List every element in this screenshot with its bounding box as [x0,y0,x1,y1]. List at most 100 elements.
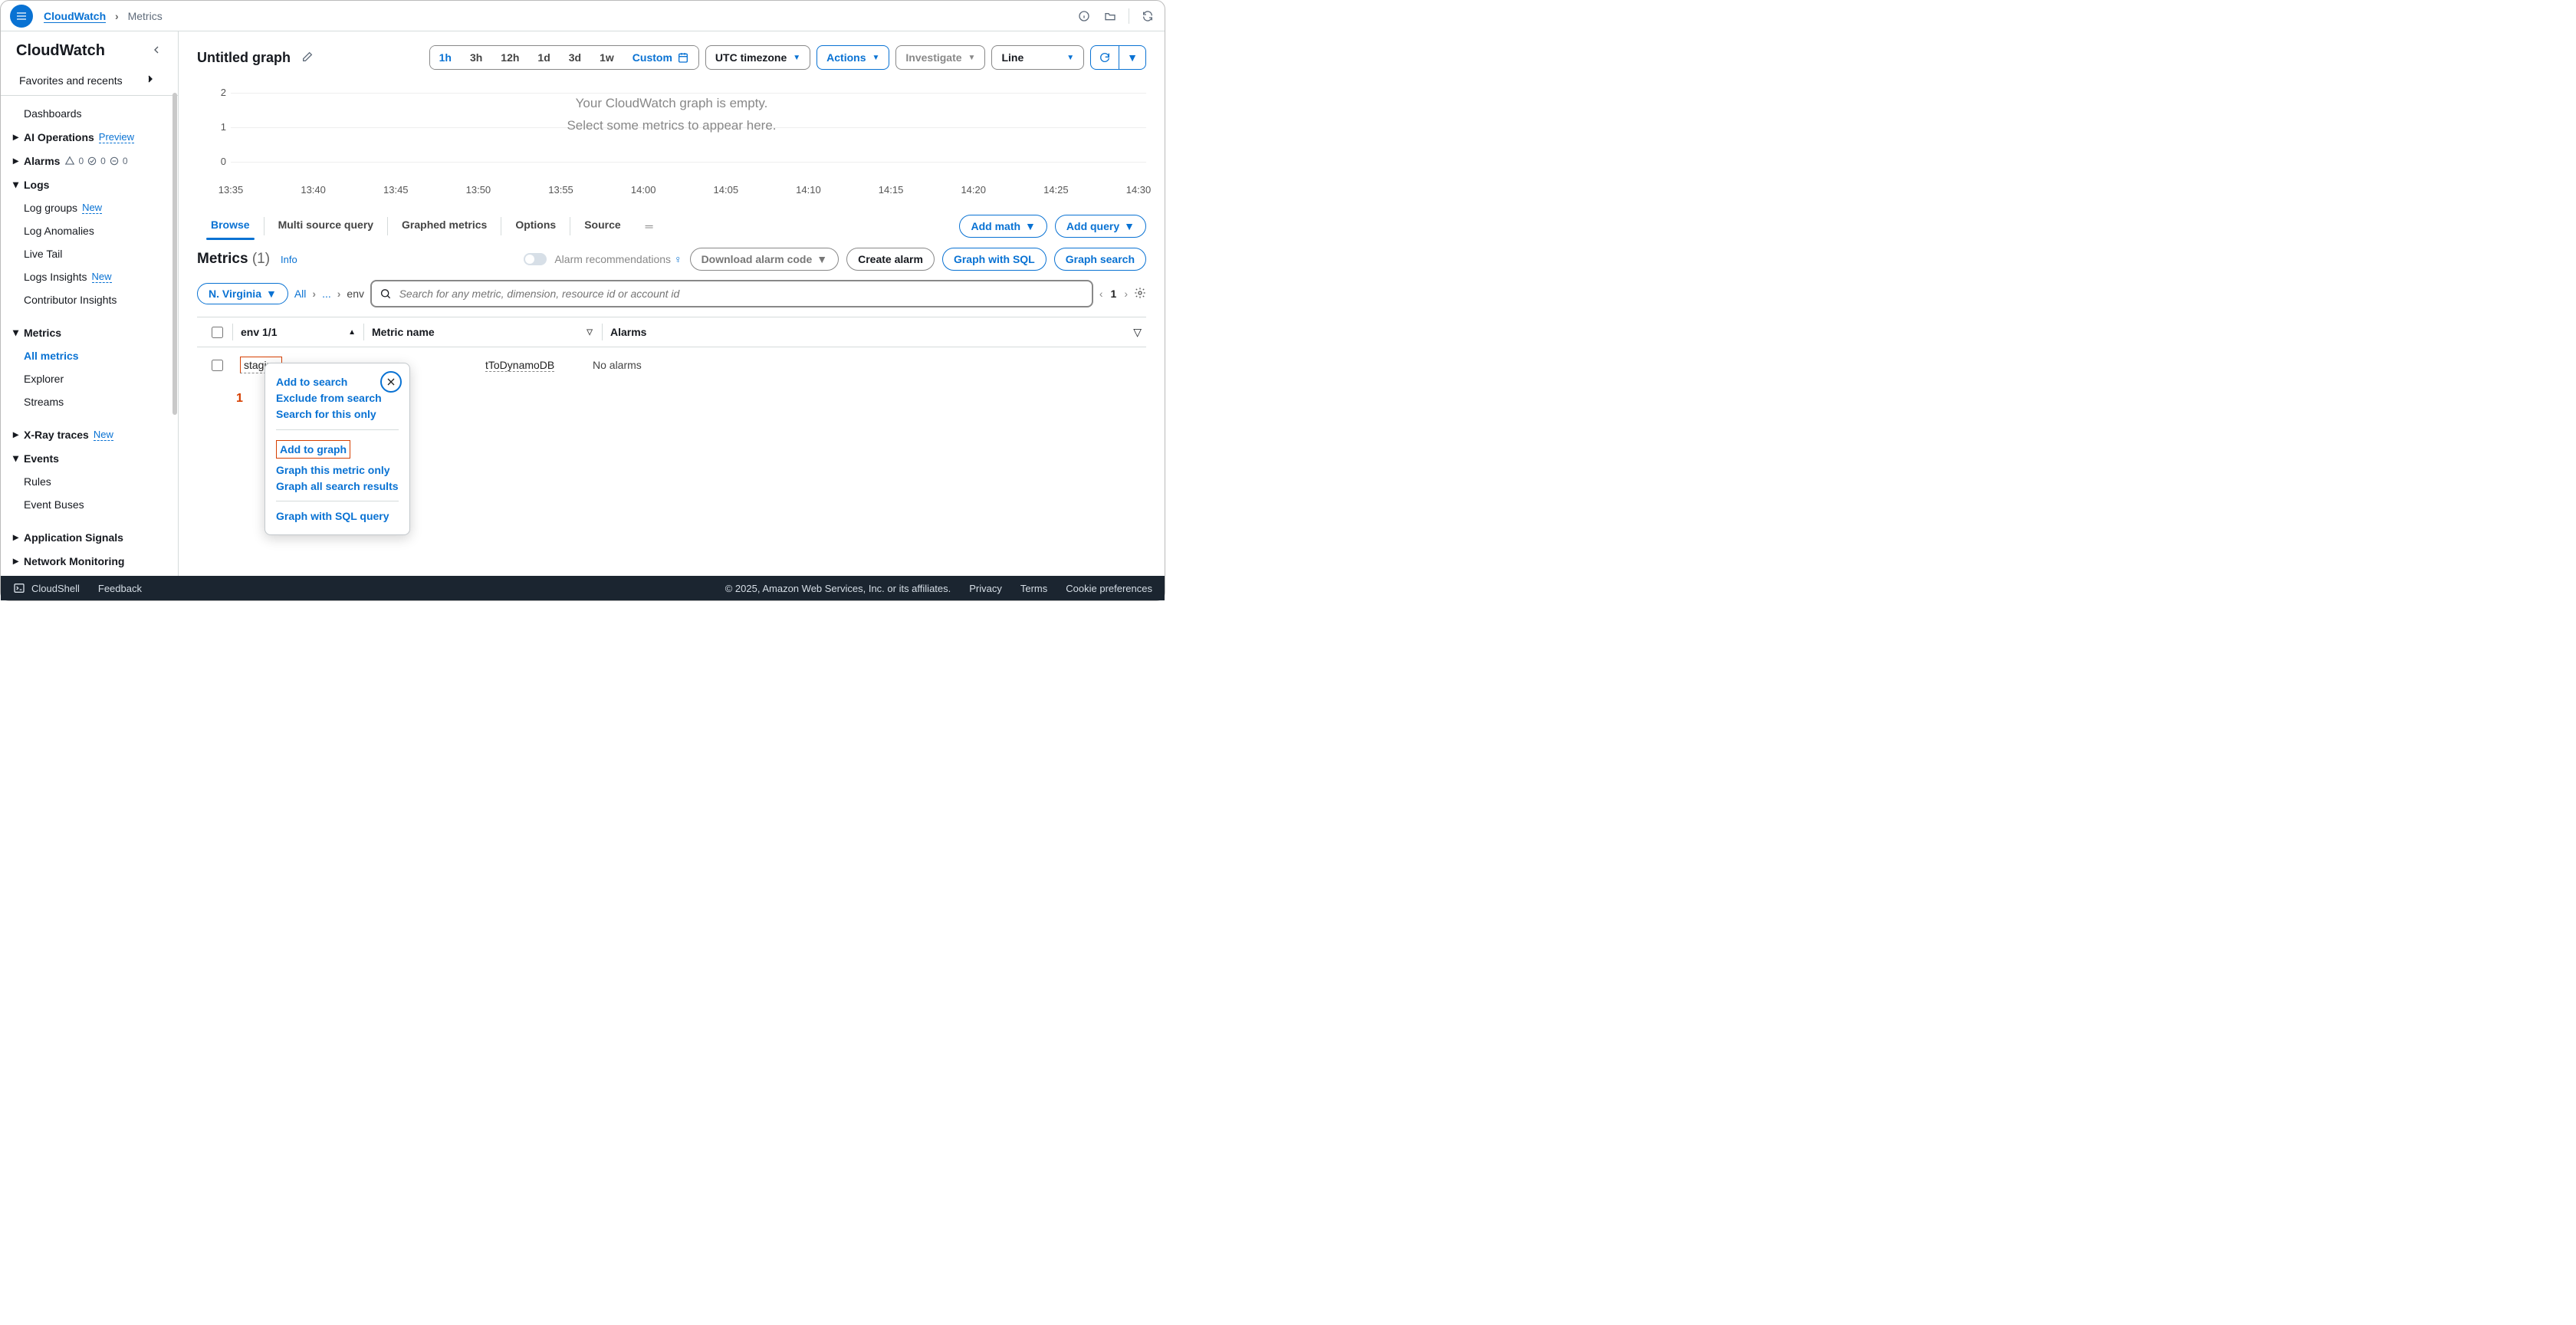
sidebar-item-log-anomalies[interactable]: Log Anomalies [1,219,178,242]
charttype-select[interactable]: Line▼ [991,45,1084,70]
timezone-select[interactable]: UTC timezone▼ [705,45,810,70]
filter-crumb-ellipsis[interactable]: ... [322,288,331,300]
th-env[interactable]: env 1/1 ▲ [241,326,363,338]
footer-cookie[interactable]: Cookie preferences [1066,583,1152,594]
select-all-checkbox[interactable] [212,327,223,338]
caret-down-icon: ▼ [266,288,277,300]
caret-right-icon [144,73,156,87]
settings-icon[interactable] [1134,287,1146,301]
timerange-3d[interactable]: 3d [560,46,590,69]
gridline [231,162,1146,163]
sidebar-scrollbar[interactable] [172,31,178,545]
th-alarms[interactable]: Alarms [610,326,1119,338]
sidebar-favorites[interactable]: Favorites and recents [1,67,178,96]
sidebar-item-rules[interactable]: Rules [1,470,178,493]
feedback-link[interactable]: Feedback [98,583,142,594]
alarm-counts: 0 0 0 [64,156,127,166]
info-icon[interactable] [1076,8,1092,24]
sidebar-title: CloudWatch [16,42,105,60]
metrics-header: Metrics (1) Info Alarm recommendations ♀… [197,248,1146,271]
sidebar-item-xray[interactable]: ▸ X-Ray traces New [1,422,178,446]
sidebar-item-explorer[interactable]: Explorer [1,367,178,390]
sidebar-item-ai-operations[interactable]: ▸ AI Operations Preview [1,125,178,149]
topbar-right [1076,8,1155,24]
page-prev[interactable]: ‹ [1099,288,1103,300]
sidebar-item-all-metrics[interactable]: All metrics [1,344,178,367]
investigate-button[interactable]: Investigate▼ [895,45,985,70]
metric-name-link[interactable]: tToDynamoDB [485,359,554,372]
search-box[interactable] [370,280,1093,307]
timerange-3h[interactable]: 3h [461,46,491,69]
collapse-sidebar-icon[interactable] [150,44,163,58]
page-next[interactable]: › [1124,288,1128,300]
chevron-right-icon: › [312,288,316,300]
popover-exclude[interactable]: Exclude from search [276,391,399,405]
sidebar-item-streams[interactable]: Streams [1,390,178,413]
graph-with-sql-button[interactable]: Graph with SQL [942,248,1046,271]
xtick: 13:50 [466,184,491,196]
popover-graph-this[interactable]: Graph this metric only [276,463,399,477]
alarm-rec-toggle[interactable] [524,253,547,265]
th-menu[interactable]: ▽ [1119,326,1142,339]
timerange-custom[interactable]: Custom [623,46,698,69]
popover-close-button[interactable] [380,371,402,393]
sidebar-item-dashboards[interactable]: Dashboards [1,102,178,125]
sidebar-item-network-monitoring[interactable]: ▸ Network Monitoring [1,549,178,573]
drag-handle-icon[interactable]: ═ [646,220,653,232]
timerange-1d[interactable]: 1d [528,46,559,69]
row-checkbox[interactable] [212,360,223,371]
xtick: 13:35 [219,184,244,196]
th-metric[interactable]: Metric name ▽ [372,326,602,338]
create-alarm-button[interactable]: Create alarm [846,248,935,271]
sidebar-item-events[interactable]: ▾ Events [1,446,178,470]
graph-search-button[interactable]: Graph search [1054,248,1146,271]
breadcrumb-root[interactable]: CloudWatch [44,10,106,23]
download-alarm-code-button[interactable]: Download alarm code▼ [690,248,840,271]
popover-add-to-graph[interactable]: Add to graph [276,440,350,459]
tab-multi-source[interactable]: Multi source query [264,212,387,240]
sidebar-item-logs-insights[interactable]: Logs InsightsNew [1,265,178,288]
filter-crumb-all[interactable]: All [294,288,307,300]
refresh-dropdown[interactable]: ▼ [1119,46,1145,69]
alarm-rec-label: Alarm recommendations ♀ [554,253,682,265]
info-link[interactable]: Info [281,254,297,265]
tab-graphed[interactable]: Graphed metrics [388,212,501,240]
sidebar-item-logs[interactable]: ▾ Logs [1,173,178,196]
add-query-button[interactable]: Add query▼ [1055,215,1146,238]
timerange-1w[interactable]: 1w [590,46,623,69]
search-input[interactable] [398,287,1084,301]
footer-terms[interactable]: Terms [1020,583,1047,594]
popover-search-only[interactable]: Search for this only [276,407,399,421]
caret-down-icon: ▾ [13,452,24,465]
context-popover: Add to search Exclude from search Search… [264,363,410,535]
popover-graph-sql[interactable]: Graph with SQL query [276,509,399,523]
tab-browse[interactable]: Browse [197,212,264,240]
tab-options[interactable]: Options [501,212,570,240]
breadcrumb-current: Metrics [128,10,163,22]
sidebar-item-application-signals[interactable]: ▸ Application Signals [1,525,178,549]
actions-button[interactable]: Actions▼ [816,45,889,70]
add-math-button[interactable]: Add math▼ [959,215,1046,238]
region-select[interactable]: N. Virginia▼ [197,283,288,304]
popover-graph-all[interactable]: Graph all search results [276,479,399,493]
caret-down-icon: ▼ [1025,220,1036,232]
sidebar-item-metrics[interactable]: ▾ Metrics [1,321,178,344]
timerange-1h[interactable]: 1h [430,46,461,69]
cloudshell-button[interactable]: CloudShell [13,582,80,594]
hamburger-menu[interactable] [10,5,33,28]
filter-icon[interactable]: ▽ [586,328,593,337]
timerange-group: 1h 3h 12h 1d 3d 1w Custom [429,45,699,70]
annotation-1: 1 [236,392,243,406]
footer-privacy[interactable]: Privacy [969,583,1002,594]
sidebar-item-event-buses[interactable]: Event Buses [1,493,178,516]
sync-icon[interactable] [1140,8,1155,24]
refresh-button[interactable] [1091,46,1119,69]
folder-icon[interactable] [1102,8,1118,24]
sidebar-item-log-groups[interactable]: Log groupsNew [1,196,178,219]
sidebar-item-live-tail[interactable]: Live Tail [1,242,178,265]
sidebar-item-alarms[interactable]: ▸ Alarms 0 0 0 [1,149,178,173]
sidebar-item-contributor-insights[interactable]: Contributor Insights [1,288,178,311]
edit-icon[interactable] [301,51,314,65]
timerange-12h[interactable]: 12h [491,46,528,69]
tab-source[interactable]: Source [570,212,634,240]
